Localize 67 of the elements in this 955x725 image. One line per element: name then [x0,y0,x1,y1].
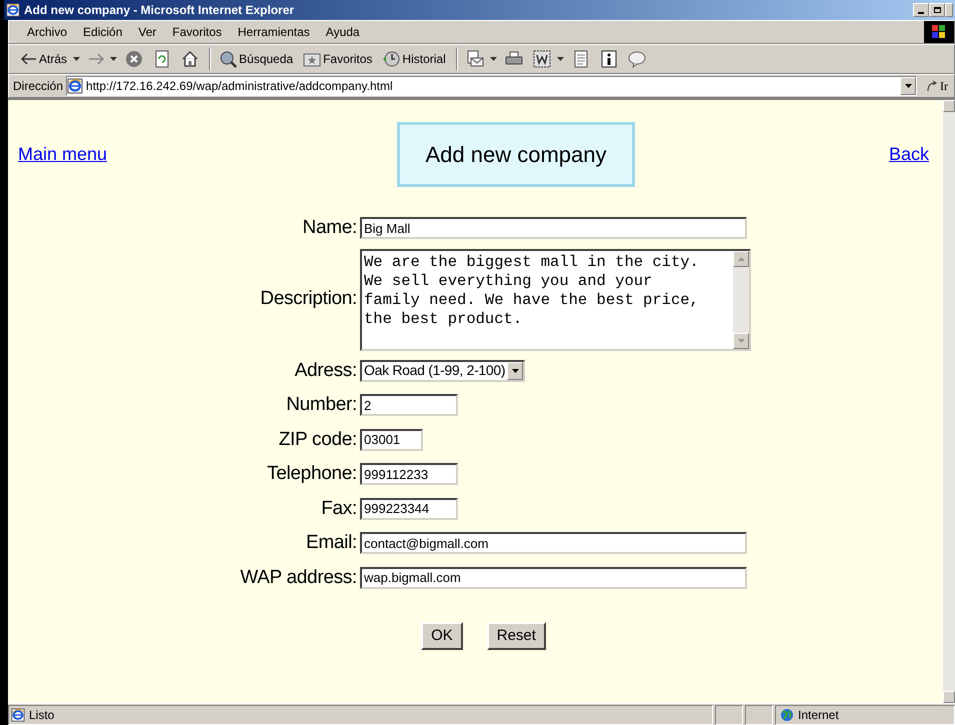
back-arrow-icon [21,53,37,65]
text-field[interactable]: 2 [360,394,458,416]
text-field[interactable]: contact@bigmall.com [360,532,747,554]
minimize-button[interactable] [913,3,929,17]
caret-icon [110,57,118,61]
globe-icon [780,708,794,722]
status-pane [715,704,743,724]
browser-logo-icon [67,78,84,94]
field-label: Name: [302,216,357,240]
description-textarea[interactable]: We are the biggest mall in the city. We sell everything you and your family need. We have the best price, the best product. [360,248,751,350]
go-button[interactable]: Ir [920,77,954,95]
text-field[interactable]: 03001 [360,428,423,451]
field-label: Adress: [294,358,357,382]
forward-arrow-icon [88,53,104,65]
toolbar-button[interactable]: Historial [380,50,448,68]
text-field[interactable]: Big Mall [360,217,747,240]
text-field[interactable]: 999223344 [360,498,458,520]
toolbar-button[interactable]: Atrás [19,50,70,68]
page-heading: Add new company [397,122,635,187]
menu-item[interactable]: Ver [130,23,164,41]
field-label: Email: [305,531,357,555]
restore-button[interactable] [929,3,945,17]
menu-item[interactable]: Archivo [19,23,76,41]
scrollbar[interactable] [733,250,749,348]
envelope-page-icon [466,50,484,68]
back-link[interactable]: Back [888,141,929,168]
status-pane [745,704,773,724]
zone-text: Internet [798,706,839,724]
field-label: Fax: [320,496,357,520]
toolbar-button[interactable] [530,50,553,68]
address-field[interactable]: http://172.16.242.69/wap/administrative/addcompany.html [66,76,917,96]
caret-icon [556,57,564,61]
form-button[interactable]: OK [421,622,463,650]
caret-icon [490,57,497,61]
textarea-text: We are the biggest mall in the city. We sell everything you and your family need. We have the best price, the best product. [363,252,700,330]
text-field[interactable]: 999112233 [360,463,458,486]
text-field[interactable]: wap.bigmall.com [360,566,747,589]
main-menu-link[interactable]: Main menu [18,141,108,168]
address-label: Dirección [13,78,64,95]
menu-item[interactable]: Edición [75,23,130,41]
go-arrow-icon [926,80,938,92]
refresh-icon [153,50,172,68]
field-label: Description: [259,287,357,312]
browser-logo-icon [6,3,20,17]
browser-logo-icon [11,708,25,722]
field-label: Number: [285,393,357,417]
document-icon [572,50,590,68]
toolbar-button[interactable]: Favoritos [301,50,374,68]
form-button[interactable]: Reset [486,622,546,650]
speech-bubble-icon [628,50,646,68]
field-label: WAP address: [239,566,357,590]
field-label: ZIP code: [278,428,357,452]
address-select[interactable]: Oak Road (1-99, 2-100) [360,360,526,382]
status-text: Listo [29,706,54,724]
close-button[interactable] [945,3,953,17]
scrollbar[interactable] [943,100,955,703]
caret-icon [73,57,80,61]
info-icon [600,50,618,68]
menu-item[interactable]: Herramientas [230,23,318,41]
window-title: Add new company - Microsoft Internet Explorer [24,2,294,19]
field-label: Telephone: [266,462,357,486]
house-icon [181,50,200,68]
menu-item[interactable]: Favoritos [164,23,230,41]
w-document-icon [532,50,551,68]
toolbar-button[interactable]: Búsqueda [217,50,296,68]
menu-item[interactable]: Ayuda [318,23,368,41]
stop-icon [125,50,144,68]
